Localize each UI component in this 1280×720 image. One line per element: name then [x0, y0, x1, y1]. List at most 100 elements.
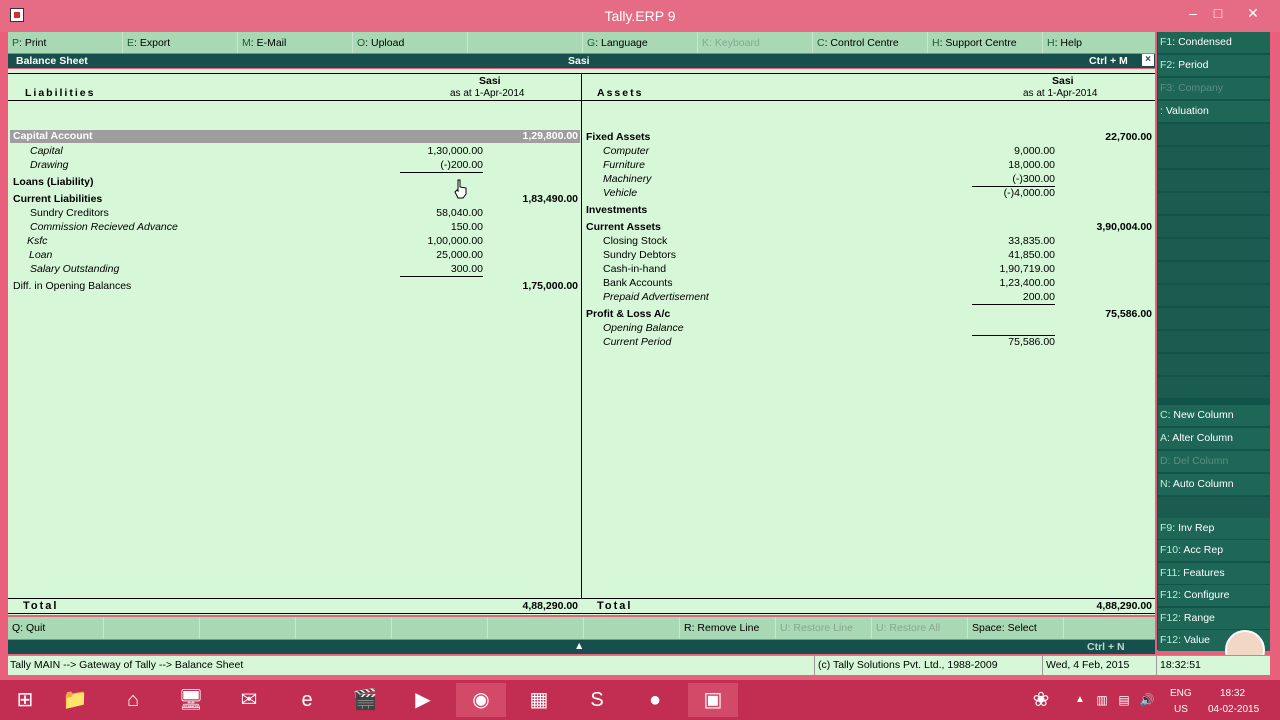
sundry-debtors-amount: 41,850.00 — [1008, 249, 1055, 261]
email-button[interactable]: M: E-Mail — [238, 32, 353, 53]
configure-button[interactable]: F12: Configure — [1158, 585, 1270, 606]
tray-app-icon[interactable]: ❀ — [1018, 683, 1064, 717]
restore-line-button[interactable]: U: Restore Line — [776, 617, 872, 639]
quit-button[interactable]: Q: Quit — [8, 617, 104, 639]
fixed-assets-amount: 22,700.00 — [1105, 131, 1152, 143]
loans-label[interactable]: Loans (Liability) — [13, 176, 94, 188]
furniture-label[interactable]: Furniture — [603, 159, 645, 171]
capital-account-row[interactable]: Capital Account 1,29,800.00 — [10, 130, 580, 143]
computer-icon[interactable]: 🖥 — [166, 683, 216, 717]
tray-expand-icon[interactable]: ▲ — [1072, 683, 1088, 717]
region-indicator[interactable]: US — [1174, 704, 1188, 715]
language-button[interactable]: G: Language — [583, 32, 698, 53]
subtotal-rule — [400, 172, 483, 173]
calculator-icon[interactable]: ▦ — [514, 683, 564, 717]
assets-total-label: Total — [597, 600, 633, 612]
alter-column-button[interactable]: A: Alter Column — [1158, 428, 1270, 449]
features-button[interactable]: F11: Features — [1158, 563, 1270, 584]
tally-icon[interactable]: ▣ — [688, 683, 738, 717]
subtotal-rule — [972, 335, 1055, 336]
valuation-button[interactable]: : Valuation — [1158, 101, 1270, 122]
del-column-button[interactable]: D: Del Column — [1158, 451, 1270, 472]
ctrl-n-hint: Ctrl + N — [1087, 641, 1125, 653]
restore-all-button[interactable]: U: Restore All — [872, 617, 968, 639]
remove-line-button[interactable]: R: Remove Line — [680, 617, 776, 639]
closing-stock-label[interactable]: Closing Stock — [603, 235, 667, 247]
language-indicator[interactable]: ENG — [1170, 688, 1192, 699]
inv-rep-button[interactable]: F9: Inv Rep — [1158, 518, 1270, 539]
condensed-button[interactable]: F1: Condensed — [1158, 32, 1270, 53]
empty-button — [200, 617, 296, 639]
support-centre-button[interactable]: H: Support Centre — [928, 32, 1043, 53]
range-button[interactable]: F12: Range — [1158, 608, 1270, 629]
current-assets-label[interactable]: Current Assets — [586, 221, 661, 233]
ksfc-label[interactable]: Ksfc — [27, 235, 47, 247]
totals-bottom-rule — [8, 613, 1155, 614]
cash-in-hand-label[interactable]: Cash-in-hand — [603, 263, 666, 275]
sundry-debtors-label[interactable]: Sundry Debtors — [603, 249, 676, 261]
capital-label[interactable]: Capital — [30, 145, 63, 157]
control-centre-button[interactable]: C: Control Centre — [813, 32, 928, 53]
investments-label[interactable]: Investments — [586, 204, 647, 216]
opening-balance-label[interactable]: Opening Balance — [603, 322, 684, 334]
period-button[interactable]: F2: Period — [1158, 55, 1270, 76]
home-icon[interactable]: ⌂ — [108, 683, 158, 717]
clock-time[interactable]: 18:32 — [1220, 688, 1245, 699]
loan-label[interactable]: Loan — [29, 249, 52, 261]
current-liabilities-label[interactable]: Current Liabilities — [13, 193, 102, 205]
upload-button[interactable]: O: Upload — [353, 32, 468, 53]
select-button[interactable]: Space: Select — [968, 617, 1064, 639]
signal-icon[interactable]: ▤ — [1116, 683, 1132, 717]
status-date: Wed, 4 Feb, 2015 — [1046, 659, 1130, 671]
close-icon[interactable]: ✕ — [1243, 4, 1263, 22]
acc-rep-button[interactable]: F10: Acc Rep — [1158, 540, 1270, 561]
status-bar: Tally MAIN --> Gateway of Tally --> Bala… — [8, 655, 1270, 675]
auto-column-button[interactable]: N: Auto Column — [1158, 474, 1270, 495]
prepaid-label[interactable]: Prepaid Advertisement — [603, 291, 709, 303]
skype-icon[interactable]: S — [572, 683, 622, 717]
windows-start-icon[interactable]: ⊞ — [0, 683, 50, 717]
capital-amount: 1,30,000.00 — [427, 145, 483, 157]
network-icon[interactable]: ▥ — [1094, 683, 1110, 717]
window-title: Tally.ERP 9 — [604, 8, 676, 24]
chrome-icon[interactable]: ◉ — [456, 683, 506, 717]
minimize-icon[interactable]: – — [1183, 4, 1203, 22]
maximize-icon[interactable]: □ — [1208, 4, 1228, 22]
close-report-icon[interactable]: × — [1142, 54, 1154, 66]
recorder-icon[interactable]: ● — [630, 683, 680, 717]
export-button[interactable]: E: Export — [123, 32, 238, 53]
keyboard-button[interactable]: K: Keyboard — [698, 32, 813, 53]
fixed-assets-label[interactable]: Fixed Assets — [586, 131, 650, 143]
empty-button — [1158, 124, 1270, 145]
machinery-label[interactable]: Machinery — [603, 173, 651, 185]
bank-accounts-label[interactable]: Bank Accounts — [603, 277, 672, 289]
volume-icon[interactable]: 🔊 — [1138, 683, 1156, 717]
current-period-label[interactable]: Current Period — [603, 336, 671, 348]
vehicle-label[interactable]: Vehicle — [603, 187, 637, 199]
company-button[interactable]: F3: Company — [1158, 78, 1270, 99]
help-button[interactable]: H: Help — [1043, 32, 1155, 53]
internet-explorer-icon[interactable]: e — [282, 683, 332, 717]
salary-label[interactable]: Salary Outstanding — [30, 263, 119, 275]
clock-date[interactable]: 04-02-2015 — [1208, 704, 1259, 715]
drawing-label[interactable]: Drawing — [30, 159, 69, 171]
assets-title: Assets — [597, 87, 644, 99]
salary-amount: 300.00 — [450, 263, 483, 275]
media-player-icon[interactable]: ▶ — [398, 683, 448, 717]
status-divider — [814, 656, 815, 675]
new-column-button[interactable]: C: New Column — [1158, 405, 1270, 426]
outlook-icon[interactable]: ✉ — [224, 683, 274, 717]
profit-loss-label[interactable]: Profit & Loss A/c — [586, 308, 670, 320]
computer-label[interactable]: Computer — [603, 145, 649, 157]
commission-label[interactable]: Commission Recieved Advance — [30, 221, 178, 233]
chevron-up-icon[interactable]: ▲ — [574, 640, 584, 652]
empty-button — [488, 617, 584, 639]
sundry-creditors-label[interactable]: Sundry Creditors — [30, 207, 109, 219]
empty-button — [296, 617, 392, 639]
empty-button — [1158, 354, 1270, 375]
print-button[interactable]: P: Print — [8, 32, 123, 53]
diff-opening-label[interactable]: Diff. in Opening Balances — [13, 280, 131, 292]
movie-maker-icon[interactable]: 🎬 — [340, 683, 390, 717]
loan-amount: 25,000.00 — [436, 249, 483, 261]
file-explorer-icon[interactable]: 📁 — [50, 683, 100, 717]
